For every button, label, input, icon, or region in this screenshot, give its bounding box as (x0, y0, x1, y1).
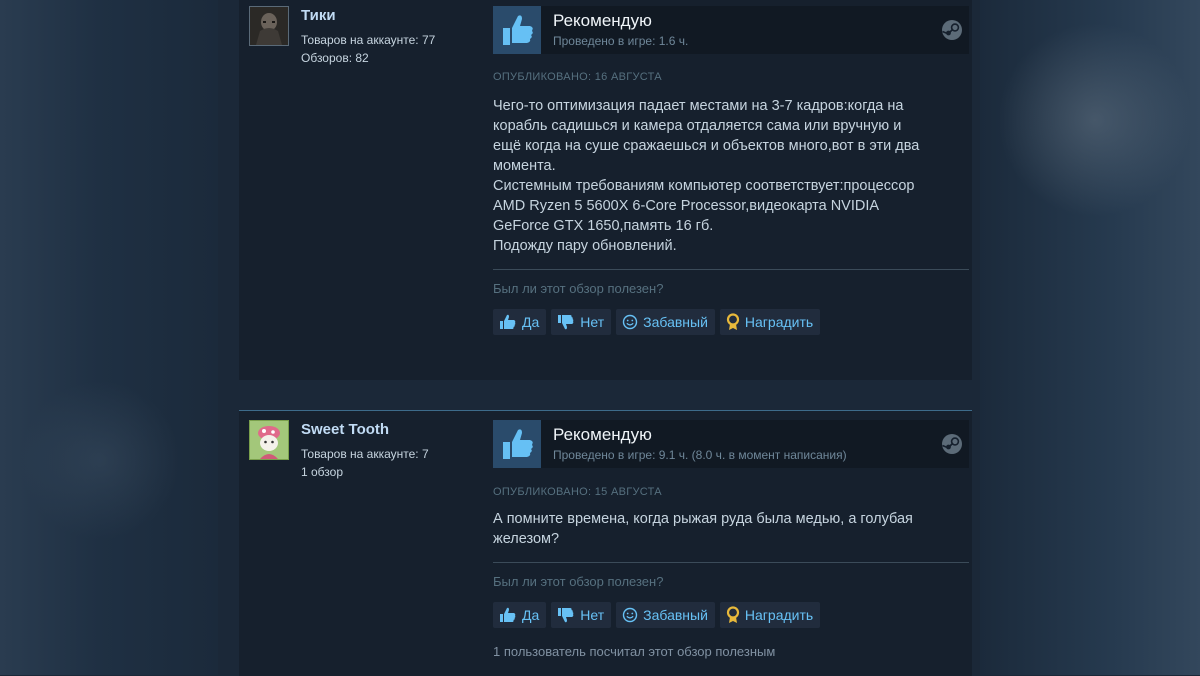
helpful-count: 1 пользователь посчитал этот обзор полез… (493, 644, 776, 659)
thumbs-down-icon (558, 315, 574, 330)
review-line: Системным требованиям компьютер соответс… (493, 178, 915, 194)
thumbs-down-icon (558, 608, 574, 623)
review-text: Чего-то оптимизация падает местами на 3-… (493, 96, 955, 256)
avatar-image (250, 7, 288, 45)
author-products[interactable]: Товаров на аккаунте: 7 (301, 445, 429, 463)
author-name[interactable]: Тики (301, 7, 336, 24)
vote-no-label: Нет (580, 314, 605, 330)
recommendation-title: Рекомендую (553, 425, 652, 444)
author-stats: Товаров на аккаунте: 7 1 обзор (301, 445, 429, 481)
author-products[interactable]: Товаров на аккаунте: 77 (301, 31, 435, 49)
author-review-count[interactable]: Обзоров: 82 (301, 49, 435, 67)
thumbs-up-icon (493, 420, 541, 468)
vote-yes-button[interactable]: Да (493, 309, 547, 335)
playtime: Проведено в игре: 9.1 ч. (8.0 ч. в момен… (553, 448, 847, 462)
recommendation-header[interactable]: Рекомендую Проведено в игре: 9.1 ч. (8.0… (493, 420, 969, 468)
smiley-icon (622, 607, 638, 623)
review-line: Подожду пару обновлений. (493, 238, 677, 254)
recommendation-title: Рекомендую (553, 11, 652, 30)
avatar-image (250, 421, 288, 459)
playtime: Проведено в игре: 1.6 ч. (553, 34, 689, 48)
vote-funny-button[interactable]: Забавный (616, 309, 715, 335)
posted-date: ОПУБЛИКОВАНО: 15 АВГУСТА (493, 486, 662, 498)
review-line: AMD Ryzen 5 5600X 6-Core Processor,видео… (493, 198, 880, 214)
posted-date: ОПУБЛИКОВАНО: 16 АВГУСТА (493, 71, 662, 83)
recommendation-header[interactable]: Рекомендую Проведено в игре: 1.6 ч. (493, 6, 969, 54)
award-label: Наградить (744, 607, 814, 623)
divider (493, 269, 969, 270)
vote-no-button[interactable]: Нет (551, 602, 612, 628)
review-line: Чего-то оптимизация падает местами на 3-… (493, 98, 904, 114)
background-left (0, 0, 218, 675)
reviews-page: Тики Товаров на аккаунте: 77 Обзоров: 82… (218, 0, 980, 676)
review-card: Тики Товаров на аккаунте: 77 Обзоров: 82… (239, 0, 972, 380)
vote-funny-label: Забавный (643, 607, 708, 623)
vote-no-button[interactable]: Нет (551, 309, 612, 335)
steam-logo-icon (942, 20, 962, 40)
award-icon (726, 606, 740, 623)
divider (493, 562, 969, 563)
review-line: момента. (493, 158, 556, 174)
award-button[interactable]: Наградить (719, 602, 821, 628)
vote-yes-label: Да (522, 314, 540, 330)
review-line: GeForce GTX 1650,память 16 гб. (493, 218, 714, 234)
award-label: Наградить (744, 314, 814, 330)
vote-buttons: Да Нет Забавный Наградить (493, 602, 821, 628)
vote-buttons: Да Нет Забавный Наградить (493, 309, 821, 335)
helpful-question: Был ли этот обзор полезен? (493, 281, 664, 296)
steam-logo-icon (942, 434, 962, 454)
thumbs-up-icon (493, 6, 541, 54)
thumbs-up-icon (500, 607, 516, 622)
award-icon (726, 313, 740, 330)
author-stats: Товаров на аккаунте: 77 Обзоров: 82 (301, 31, 435, 67)
author-name[interactable]: Sweet Tooth (301, 421, 389, 438)
vote-funny-button[interactable]: Забавный (616, 602, 715, 628)
avatar[interactable] (249, 6, 289, 46)
review-line: корабль садишься и камера отдаляется сам… (493, 118, 902, 134)
vote-no-label: Нет (580, 607, 605, 623)
avatar[interactable] (249, 420, 289, 460)
review-line: железом? (493, 531, 560, 547)
review-line: ещё когда на суше сражаешься и объектов … (493, 138, 920, 154)
thumbs-up-icon (500, 314, 516, 329)
author-review-count[interactable]: 1 обзор (301, 463, 429, 481)
review-text: А помните времена, когда рыжая руда была… (493, 509, 955, 549)
background-right (980, 0, 1200, 675)
review-card: Sweet Tooth Товаров на аккаунте: 7 1 обз… (239, 410, 972, 676)
vote-yes-button[interactable]: Да (493, 602, 547, 628)
vote-funny-label: Забавный (643, 314, 708, 330)
award-button[interactable]: Наградить (719, 309, 821, 335)
smiley-icon (622, 314, 638, 330)
helpful-question: Был ли этот обзор полезен? (493, 574, 664, 589)
review-line: А помните времена, когда рыжая руда была… (493, 511, 913, 527)
vote-yes-label: Да (522, 607, 540, 623)
